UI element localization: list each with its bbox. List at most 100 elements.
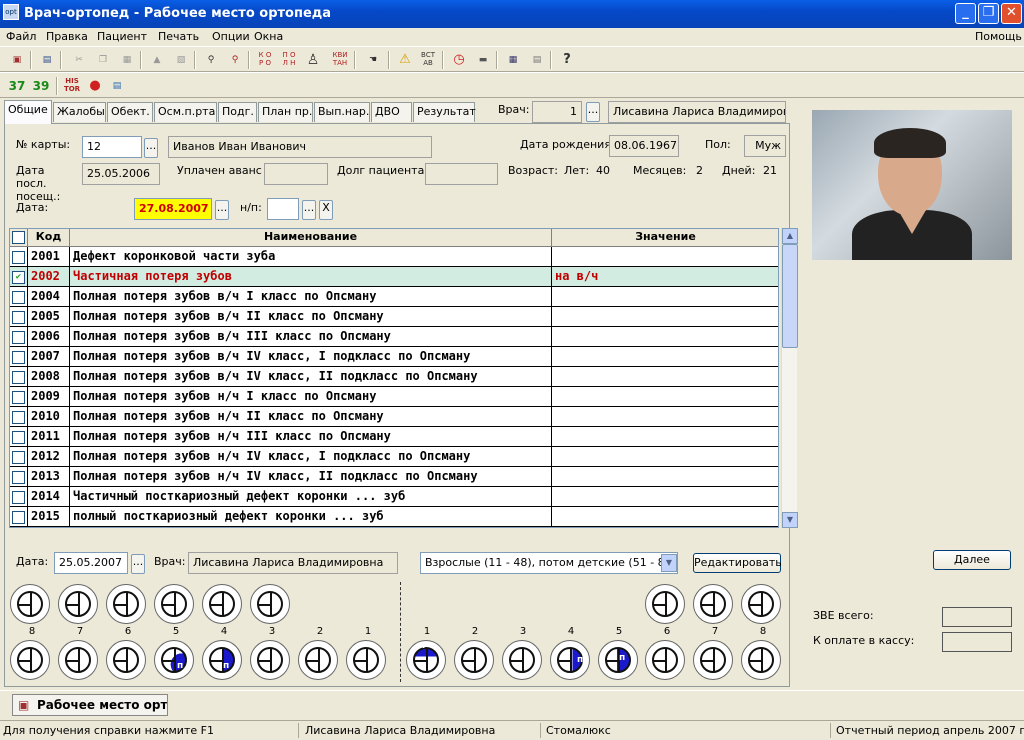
value-cell[interactable] <box>552 487 778 507</box>
tooth-upper-right-7[interactable] <box>693 584 733 624</box>
row-checkbox[interactable] <box>12 291 25 304</box>
value-cell[interactable] <box>552 307 778 327</box>
tooth-lower-right-8[interactable] <box>741 640 781 680</box>
row-checkbox[interactable] <box>12 331 25 344</box>
np-select-button[interactable]: ... <box>302 200 316 220</box>
menu-patient[interactable]: Пациент <box>97 30 147 43</box>
apple-icon[interactable]: ● <box>86 77 104 95</box>
save-icon[interactable]: ▤ <box>38 51 56 69</box>
tooth-icon[interactable]: ♙ <box>304 51 322 69</box>
value-cell[interactable] <box>552 247 778 267</box>
tooth-lower-right-5[interactable]: п <box>598 640 638 680</box>
visit-date-field[interactable]: 27.08.2007 <box>134 198 212 220</box>
value-cell[interactable]: на в/ч <box>552 267 778 287</box>
tooth-lower-left-8[interactable] <box>10 640 50 680</box>
value-cell[interactable] <box>552 287 778 307</box>
table-row[interactable]: 2012 Полная потеря зубов н/ч IV класс, I … <box>10 447 778 467</box>
window-task-item[interactable]: ▣ Рабочее место ортоп <box>12 694 168 716</box>
code-cell[interactable]: 2005 <box>28 307 70 327</box>
code-37-button[interactable]: 37 <box>8 77 26 95</box>
name-cell[interactable]: Полная потеря зубов в/ч II класс по Опсм… <box>70 307 552 327</box>
close-button[interactable]: ✕ <box>1001 3 1022 24</box>
menu-options[interactable]: Опции <box>212 30 250 43</box>
tab-general[interactable]: Общие <box>4 100 52 124</box>
table-row[interactable]: 2004 Полная потеря зубов в/ч I класс по О… <box>10 287 778 307</box>
np-clear-button[interactable]: X <box>319 200 333 220</box>
copy-icon[interactable]: ❐ <box>94 51 112 69</box>
code-cell[interactable]: 2001 <box>28 247 70 267</box>
tooth-upper-left-4[interactable] <box>202 584 242 624</box>
row-checkbox-cell[interactable]: ✔ <box>10 267 28 287</box>
code-cell[interactable]: 2010 <box>28 407 70 427</box>
tab-result[interactable]: Результат <box>413 102 476 122</box>
column-header-code[interactable]: Код <box>28 229 70 247</box>
table-row[interactable]: 2010 Полная потеря зубов н/ч II класс по … <box>10 407 778 427</box>
menu-file[interactable]: Файл <box>6 30 36 43</box>
row-checkbox-cell[interactable] <box>10 387 28 407</box>
tab-work-order[interactable]: Вып.нар. <box>314 102 370 122</box>
tooth-lower-left-6[interactable] <box>106 640 146 680</box>
calculator-icon[interactable]: ▦ <box>504 51 522 69</box>
row-checkbox-cell[interactable] <box>10 247 28 267</box>
dental-date-field[interactable]: 25.05.2007 <box>54 552 128 574</box>
payment-icon[interactable]: ▬ <box>474 51 492 69</box>
tab-dvo[interactable]: ДВО <box>371 102 412 122</box>
po-ln-icon[interactable]: П ОЛ Н <box>280 51 298 69</box>
code-cell[interactable]: 2012 <box>28 447 70 467</box>
name-cell[interactable]: Частичная потеря зубов <box>70 267 552 287</box>
row-checkbox[interactable] <box>12 251 25 264</box>
code-cell[interactable]: 2008 <box>28 367 70 387</box>
row-checkbox-cell[interactable] <box>10 487 28 507</box>
table-row[interactable]: 2014 Частичный посткариозный дефект корон… <box>10 487 778 507</box>
value-cell[interactable] <box>552 347 778 367</box>
tooth-upper-right-8[interactable] <box>741 584 781 624</box>
row-checkbox[interactable] <box>12 391 25 404</box>
paste-icon[interactable]: ▦ <box>118 51 136 69</box>
tab-objective[interactable]: Обект. <box>107 102 153 122</box>
value-cell[interactable] <box>552 467 778 487</box>
row-checkbox-cell[interactable] <box>10 427 28 447</box>
value-cell[interactable] <box>552 327 778 347</box>
table-row[interactable]: 2007 Полная потеря зубов в/ч IV класс, I … <box>10 347 778 367</box>
patient-card-icon[interactable]: ▣ <box>8 51 26 69</box>
row-checkbox-cell[interactable] <box>10 467 28 487</box>
code-cell[interactable]: 2006 <box>28 327 70 347</box>
table-row[interactable]: 2005 Полная потеря зубов в/ч II класс по … <box>10 307 778 327</box>
tab-complaints[interactable]: Жалобы <box>53 102 106 122</box>
menu-help[interactable]: Помощь <box>975 30 1022 43</box>
code-cell[interactable]: 2014 <box>28 487 70 507</box>
header-checkbox[interactable] <box>12 231 25 244</box>
tooth-lower-right-7[interactable] <box>693 640 733 680</box>
menu-windows[interactable]: Окна <box>254 30 283 43</box>
value-cell[interactable] <box>552 447 778 467</box>
np-field[interactable] <box>267 198 299 220</box>
row-checkbox-cell[interactable] <box>10 447 28 467</box>
name-cell[interactable]: Полная потеря зубов н/ч I класс по Опсма… <box>70 387 552 407</box>
visit-date-button[interactable]: ... <box>215 200 229 220</box>
table-icon[interactable]: ▤ <box>528 51 546 69</box>
restore-button[interactable]: ❐ <box>978 3 999 24</box>
name-cell[interactable]: Полная потеря зубов в/ч IV класс, I подк… <box>70 347 552 367</box>
chevron-down-icon[interactable]: ▼ <box>661 554 677 572</box>
scroll-down-icon[interactable]: ▼ <box>782 512 798 528</box>
table-row[interactable]: 2006 Полная потеря зубов в/ч III класс по… <box>10 327 778 347</box>
clock-icon[interactable]: ◷ <box>450 51 468 69</box>
row-checkbox[interactable] <box>12 491 25 504</box>
numbering-scheme-select[interactable]: Взрослые (11 - 48), потом детские (51 - … <box>420 552 678 574</box>
notes-icon[interactable]: ▤ <box>108 77 126 95</box>
tooth-lower-left-2[interactable] <box>298 640 338 680</box>
row-checkbox-cell[interactable] <box>10 347 28 367</box>
name-cell[interactable]: Полная потеря зубов н/ч IV класс, I подк… <box>70 447 552 467</box>
row-checkbox-cell[interactable] <box>10 307 28 327</box>
row-checkbox-cell[interactable] <box>10 327 28 347</box>
tooth-upper-left-8[interactable] <box>10 584 50 624</box>
receipt-icon[interactable]: КВИ ТАН <box>330 51 350 69</box>
table-row[interactable]: 2011 Полная потеря зубов н/ч III класс по… <box>10 427 778 447</box>
tooth-upper-left-7[interactable] <box>58 584 98 624</box>
tooth-upper-left-3[interactable] <box>250 584 290 624</box>
code-cell[interactable]: 2007 <box>28 347 70 367</box>
value-cell[interactable] <box>552 407 778 427</box>
value-cell[interactable] <box>552 427 778 447</box>
code-cell[interactable]: 2004 <box>28 287 70 307</box>
insert-av-icon[interactable]: ВСТ АВ <box>418 51 438 69</box>
